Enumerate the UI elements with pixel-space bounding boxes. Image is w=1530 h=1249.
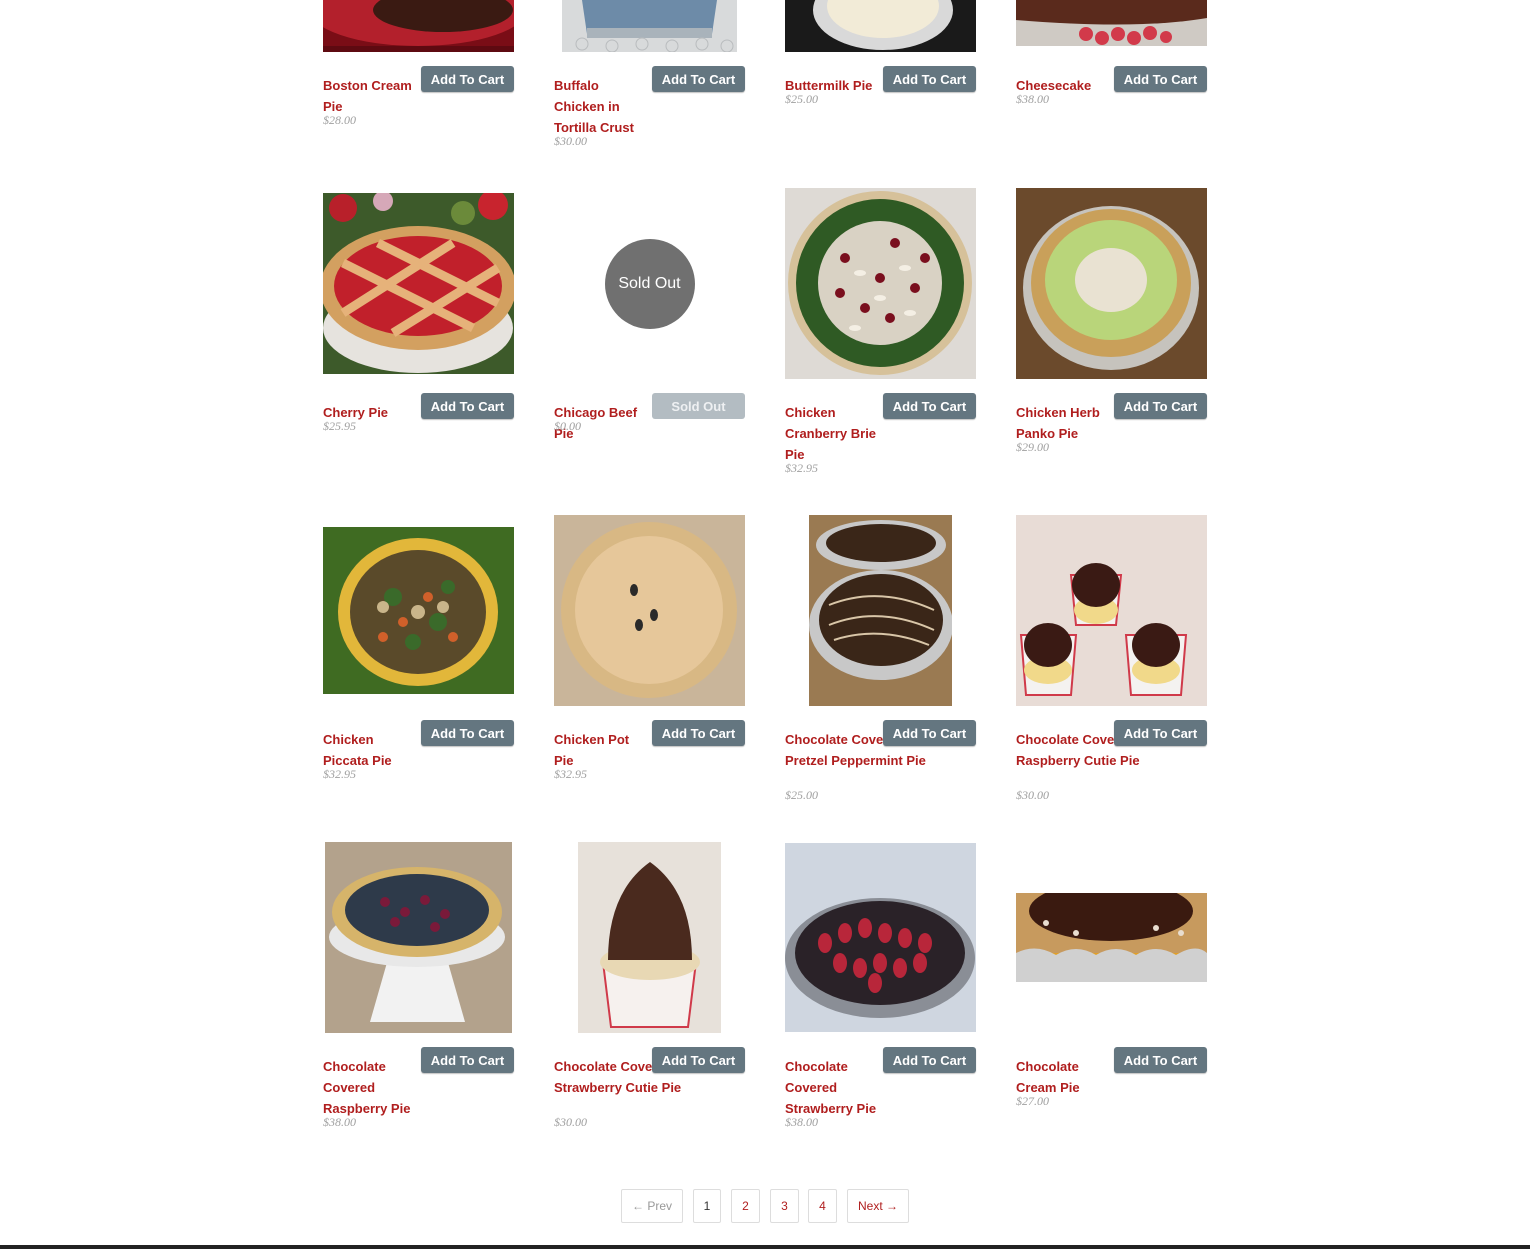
add-to-cart-button[interactable]: Add To Cart bbox=[1114, 1047, 1207, 1073]
sold-out-button: Sold Out bbox=[652, 393, 745, 419]
page-3-link[interactable]: 3 bbox=[770, 1189, 799, 1223]
product-title[interactable]: Chocolate Cream Pie bbox=[1016, 1056, 1108, 1098]
page-4-link[interactable]: 4 bbox=[808, 1189, 837, 1223]
add-to-cart-button[interactable]: Add To Cart bbox=[421, 1047, 514, 1073]
product-title[interactable]: Buffalo Chicken in Tortilla Crust bbox=[554, 75, 646, 138]
product-price: $38.00 bbox=[1016, 92, 1049, 106]
product-image[interactable] bbox=[1016, 515, 1207, 706]
pagination: ← Prev 1 2 3 4 Next → bbox=[0, 1189, 1530, 1227]
product-image[interactable]: Sold Out bbox=[554, 188, 745, 379]
product-image[interactable] bbox=[785, 515, 976, 706]
add-to-cart-button[interactable]: Add To Cart bbox=[652, 1047, 745, 1073]
product-image[interactable] bbox=[1016, 0, 1207, 46]
product-price: $32.95 bbox=[554, 767, 587, 781]
product-price: $29.00 bbox=[1016, 440, 1049, 454]
product-title[interactable]: Chicken Cranberry Brie Pie bbox=[785, 402, 877, 465]
add-to-cart-button[interactable]: Add To Cart bbox=[883, 720, 976, 746]
product-image[interactable] bbox=[308, 0, 528, 52]
product-image[interactable] bbox=[562, 0, 737, 53]
add-to-cart-button[interactable]: Add To Cart bbox=[1114, 66, 1207, 92]
product-image[interactable] bbox=[785, 188, 976, 379]
add-to-cart-button[interactable]: Add To Cart bbox=[883, 66, 976, 92]
add-to-cart-button[interactable]: Add To Cart bbox=[421, 393, 514, 419]
product-image[interactable] bbox=[323, 842, 514, 1033]
product-image[interactable] bbox=[323, 188, 514, 379]
product-price: $32.95 bbox=[323, 767, 356, 781]
product-image[interactable] bbox=[554, 515, 745, 706]
sold-out-badge: Sold Out bbox=[604, 238, 695, 329]
add-to-cart-button[interactable]: Add To Cart bbox=[421, 720, 514, 746]
product-price: $32.95 bbox=[785, 461, 818, 475]
add-to-cart-button[interactable]: Add To Cart bbox=[652, 66, 745, 92]
product-price: $25.00 bbox=[785, 788, 818, 802]
product-title[interactable]: Chicken Piccata Pie bbox=[323, 729, 415, 771]
product-price: $38.00 bbox=[785, 1115, 818, 1129]
product-image[interactable] bbox=[1016, 842, 1207, 1033]
add-to-cart-button[interactable]: Add To Cart bbox=[1114, 393, 1207, 419]
product-price: $25.95 bbox=[323, 419, 356, 433]
footer-divider bbox=[0, 1245, 1530, 1249]
page-2-link[interactable]: 2 bbox=[731, 1189, 760, 1223]
product-image[interactable] bbox=[785, 842, 976, 1033]
product-title[interactable]: Boston Cream Pie bbox=[323, 75, 415, 117]
product-price: $0.00 bbox=[554, 419, 581, 433]
page-1-link: 1 bbox=[693, 1189, 721, 1223]
prev-page-link: ← Prev bbox=[621, 1189, 683, 1223]
product-image[interactable] bbox=[1016, 188, 1207, 379]
product-image[interactable] bbox=[785, 0, 976, 52]
product-price: $38.00 bbox=[323, 1115, 356, 1129]
add-to-cart-button[interactable]: Add To Cart bbox=[652, 720, 745, 746]
product-title[interactable]: Chocolate Covered Strawberry Pie bbox=[785, 1056, 877, 1119]
product-price: $25.00 bbox=[785, 92, 818, 106]
product-price: $30.00 bbox=[554, 134, 587, 148]
product-price: $27.00 bbox=[1016, 1094, 1049, 1108]
product-title[interactable]: Chicken Pot Pie bbox=[554, 729, 646, 771]
product-price: $30.00 bbox=[554, 1115, 587, 1129]
add-to-cart-button[interactable]: Add To Cart bbox=[1114, 720, 1207, 746]
product-price: $28.00 bbox=[323, 113, 356, 127]
product-image[interactable] bbox=[323, 515, 514, 706]
next-page-link[interactable]: Next → bbox=[847, 1189, 909, 1223]
product-title[interactable]: Chocolate Covered Raspberry Pie bbox=[323, 1056, 415, 1119]
product-image[interactable] bbox=[554, 842, 745, 1033]
product-price: $30.00 bbox=[1016, 788, 1049, 802]
add-to-cart-button[interactable]: Add To Cart bbox=[883, 1047, 976, 1073]
add-to-cart-button[interactable]: Add To Cart bbox=[883, 393, 976, 419]
product-title[interactable]: Chicken Herb Panko Pie bbox=[1016, 402, 1108, 444]
add-to-cart-button[interactable]: Add To Cart bbox=[421, 66, 514, 92]
